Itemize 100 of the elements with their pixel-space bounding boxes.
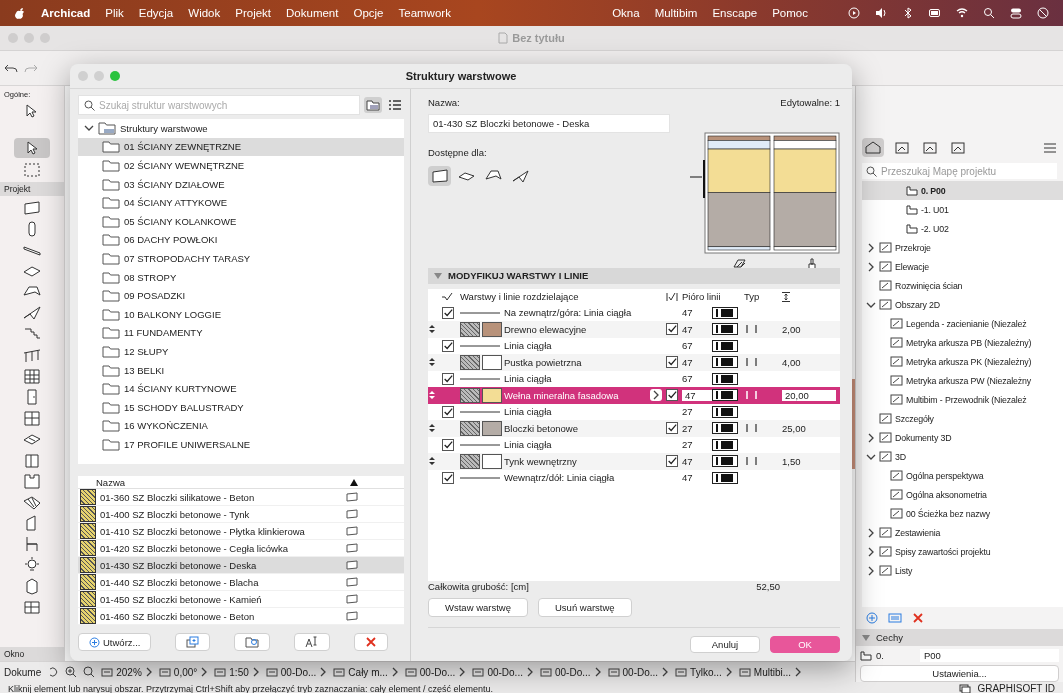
rename-button[interactable]: [294, 633, 331, 651]
tree-item[interactable]: -2. U02: [862, 219, 1063, 238]
pointer-icon[interactable]: [25, 104, 39, 118]
new-folder-button[interactable]: [234, 633, 271, 651]
window-tool-icon[interactable]: [22, 409, 42, 427]
line-weight-sample[interactable]: [712, 339, 738, 352]
battery-icon[interactable]: [929, 7, 941, 19]
chevron-right-icon[interactable]: [867, 565, 875, 576]
checkbox[interactable]: [666, 455, 678, 468]
settings-button[interactable]: Ustawienia...: [860, 665, 1059, 682]
menu-icon[interactable]: [1043, 142, 1057, 153]
tree-item[interactable]: Legenda - zacienianie (Niezależ: [862, 314, 1063, 333]
project-map-tab[interactable]: [862, 138, 884, 157]
chevron-down-icon[interactable]: [866, 452, 876, 461]
tree-item[interactable]: Metryka arkusza PW (Niezależny: [862, 371, 1063, 390]
menu-item[interactable]: Multibim: [654, 7, 698, 19]
checkbox[interactable]: [442, 306, 454, 319]
list-row[interactable]: 01-440 SZ Bloczki betonowe - Blacha: [78, 574, 404, 591]
chevron-down-icon[interactable]: [866, 300, 876, 309]
tree-item[interactable]: 10 BALKONY LOGGIE: [78, 304, 404, 324]
tree-item[interactable]: 11 FUNDAMENTY: [78, 323, 404, 343]
navigator-setting[interactable]: 00-Do...: [265, 666, 328, 678]
menu-item[interactable]: Edycja: [138, 7, 174, 19]
layer-row[interactable]: Wełna mineralna fasadowa 47 20,00: [428, 387, 840, 404]
tree-item[interactable]: 16 WYKOŃCZENIA: [78, 416, 404, 436]
menu-item[interactable]: Teamwork: [398, 7, 451, 19]
toggle-switches-icon[interactable]: [1010, 7, 1022, 19]
menu-item[interactable]: Plik: [105, 7, 124, 19]
navigator-setting[interactable]: 00-Do...: [607, 666, 670, 678]
menu-item[interactable]: Dokument: [286, 7, 339, 19]
layer-row[interactable]: Tynk wewnętrzny 47 1,50: [428, 453, 840, 470]
reorder-handle-icon[interactable]: [428, 423, 436, 434]
line-weight-sample[interactable]: [712, 438, 738, 451]
checkbox[interactable]: [666, 356, 678, 369]
tree-item[interactable]: Przekroje: [862, 238, 1063, 257]
line-weight-sample[interactable]: [712, 471, 738, 484]
menu-item[interactable]: Enscape: [712, 7, 758, 19]
sort-ascending-icon[interactable]: [350, 478, 358, 486]
speaker-icon[interactable]: [875, 7, 887, 19]
corner-window-tool-icon[interactable]: [22, 451, 42, 469]
tree-item[interactable]: -1. U01: [862, 200, 1063, 219]
tree-item[interactable]: Metryka arkusza PB (Niezależny): [862, 333, 1063, 352]
checkbox[interactable]: [666, 323, 678, 336]
plus-circle-icon[interactable]: [866, 612, 878, 624]
navigator-setting[interactable]: 00-Do...: [472, 666, 534, 678]
chevron-right-icon[interactable]: [867, 242, 875, 253]
list-row[interactable]: 01-410 SZ Bloczki betonowe - Płytka klinkierowa: [78, 523, 404, 540]
layer-row[interactable]: Pustka powietrzna 47 4,00: [428, 354, 840, 371]
thickness-field[interactable]: 20,00: [782, 389, 836, 401]
checkbox[interactable]: [666, 389, 678, 402]
checkbox[interactable]: [442, 438, 454, 451]
lamp-tool-icon[interactable]: [22, 556, 42, 574]
menu-item[interactable]: Projekt: [235, 7, 272, 19]
checkbox[interactable]: [442, 471, 454, 484]
chevron-right-icon[interactable]: [867, 527, 875, 538]
chevron-right-icon[interactable]: [867, 546, 875, 557]
close-icon[interactable]: [912, 612, 924, 624]
insert-layer-button[interactable]: Wstaw warstwę: [428, 598, 528, 617]
tree-item[interactable]: Rozwinięcia ścian: [862, 276, 1063, 295]
navigator-setting[interactable]: 00-Do...: [539, 666, 602, 678]
column-header[interactable]: Nazwa: [96, 476, 126, 488]
expand-button[interactable]: [650, 389, 662, 402]
tree-item[interactable]: 07 STROPODACHY TARASY: [78, 249, 404, 268]
reorder-handle-icon[interactable]: [428, 456, 436, 467]
apple-logo-icon[interactable]: [14, 6, 26, 20]
shell-tool-icon[interactable]: [22, 304, 42, 322]
story-name-field[interactable]: P00: [920, 649, 1059, 662]
brand-link[interactable]: GRAPHISOFT ID: [977, 683, 1055, 693]
tree-item[interactable]: Ogólna perspektywa: [862, 466, 1063, 485]
list-row[interactable]: 01-450 SZ Bloczki betonowe - Kamień: [78, 591, 404, 608]
navigator-setting[interactable]: Multibi...: [738, 666, 803, 678]
line-weight-sample[interactable]: [712, 455, 738, 468]
windows-icon[interactable]: [959, 683, 972, 693]
prohibited-icon[interactable]: [1037, 7, 1049, 19]
zoom-in-icon[interactable]: [65, 666, 78, 678]
tree-item[interactable]: 0. P00: [862, 181, 1063, 200]
wall-end-tool-icon[interactable]: [22, 472, 42, 490]
checkbox[interactable]: [666, 422, 678, 435]
tree-item[interactable]: 12 SŁUPY: [78, 342, 404, 361]
element-type-toggle[interactable]: [428, 166, 451, 186]
checkbox[interactable]: [442, 339, 454, 352]
reorder-handle-icon[interactable]: [428, 390, 436, 401]
tree-item[interactable]: Elewacje: [862, 257, 1063, 276]
tree-item[interactable]: Metryka arkusza PK (Niezależny): [862, 352, 1063, 371]
tree-item[interactable]: Zestawienia: [862, 523, 1063, 542]
navigator-setting[interactable]: 0,00°: [158, 666, 209, 678]
line-weight-sample[interactable]: [712, 306, 738, 319]
app-menu[interactable]: Archicad: [41, 7, 91, 19]
reorder-handle-icon[interactable]: [428, 357, 436, 368]
railing-tool-icon[interactable]: [22, 346, 42, 364]
bluetooth-icon[interactable]: [902, 7, 914, 19]
tree-item[interactable]: 05 ŚCIANY KOLANKOWE: [78, 211, 404, 231]
list-row[interactable]: 01-460 SZ Bloczki betonowe - Beton: [78, 608, 404, 625]
menu-item[interactable]: Okna: [612, 7, 640, 19]
list-view-button[interactable]: [386, 97, 404, 113]
tree-item[interactable]: 3D: [862, 447, 1063, 466]
name-field[interactable]: 01-430 SZ Bloczki betonowe - Deska: [428, 114, 670, 133]
navigator-setting[interactable]: 202%: [101, 666, 153, 678]
cancel-button[interactable]: Anuluj: [690, 636, 760, 653]
tree-item[interactable]: 02 ŚCIANY WEWNĘTRZNE: [78, 156, 404, 175]
